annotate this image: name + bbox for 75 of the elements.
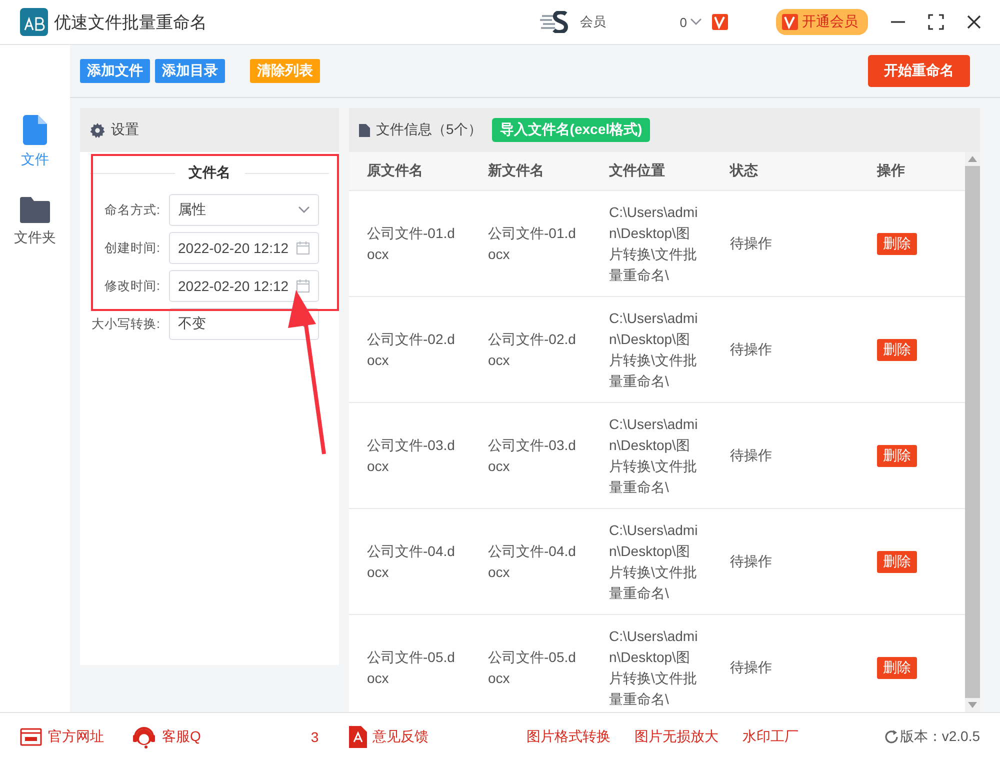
toolbar-button[interactable]: 添加文件 [80, 59, 150, 83]
footer-link[interactable]: 图片无损放大 [634, 728, 719, 746]
sidebar-item[interactable]: 文件 [21, 115, 49, 169]
window-title: 优速文件批量重命名 [54, 12, 207, 34]
panel-title: 设置 [111, 121, 139, 139]
vip-badge-icon [782, 14, 798, 30]
table-cell-text: 待操作 [729, 340, 773, 359]
field-label: 修改时间: [104, 278, 160, 294]
column-header: 新文件名 [487, 162, 545, 180]
footer-link[interactable]: 水印工厂 [742, 728, 799, 746]
field-label: 大小写转换: [90, 316, 160, 332]
text-fragment: 3 [310, 728, 319, 744]
brand-logo-icon [540, 11, 570, 33]
footer-link[interactable]: 客服Q [132, 724, 201, 748]
delete-button[interactable]: 删除 [877, 550, 917, 572]
close-icon[interactable] [966, 14, 982, 30]
table-cell-text: 待操作 [729, 446, 773, 465]
table-cell-text: 公司文件-01.docx [367, 224, 456, 264]
column-header: 文件位置 [608, 162, 666, 180]
maximize-icon[interactable] [928, 14, 944, 30]
table-cell-text: 公司文件-02.docx [488, 330, 577, 370]
footer-link[interactable]: 图片格式转换 [526, 728, 611, 746]
vip-badge-icon [712, 14, 728, 30]
table-cell-text: 公司文件-01.docx [488, 224, 577, 264]
headset-icon [132, 724, 156, 748]
column-header: 状态 [728, 162, 759, 180]
table-cell-text: 公司文件-04.docx [367, 542, 456, 582]
table-cell-text: C:\Users\admin\Desktop\图片转换\文件批量重命名\ [609, 520, 699, 602]
table-cell-text: C:\Users\admin\Desktop\图片转换\文件批量重命名\ [609, 626, 699, 708]
refresh-icon[interactable] [884, 728, 900, 744]
calendar-icon [296, 279, 310, 293]
table-cell-text: 公司文件-02.docx [367, 330, 456, 370]
footer-link[interactable]: 意见反馈 [348, 726, 429, 748]
document-icon [23, 115, 47, 145]
select-field[interactable]: 属性 [169, 194, 319, 226]
sidebar-item[interactable]: 文件夹 [14, 197, 56, 247]
delete-button[interactable]: 删除 [877, 232, 917, 254]
table-cell-text: 公司文件-03.docx [488, 436, 577, 476]
table-cell-text: 公司文件-05.docx [488, 648, 577, 688]
calendar-icon [296, 241, 310, 255]
footer-link[interactable]: 官方网址 [20, 728, 104, 746]
field-label: 创建时间: [104, 240, 160, 256]
table-cell-text: C:\Users\admin\Desktop\图片转换\文件批量重命名\ [609, 308, 699, 390]
table-cell-text: 公司文件-05.docx [367, 648, 456, 688]
table-cell-text: C:\Users\admin\Desktop\图片转换\文件批量重命名\ [609, 202, 699, 284]
delete-button[interactable]: 删除 [877, 444, 917, 466]
table-cell-text: 待操作 [729, 658, 773, 677]
date-field[interactable]: 2022-02-20 12:12 [169, 270, 319, 302]
table-cell-text: 待操作 [729, 552, 773, 571]
pdf-icon [348, 726, 367, 748]
table-cell-text: C:\Users\admin\Desktop\图片转换\文件批量重命名\ [609, 414, 699, 496]
app-logo-icon [20, 8, 48, 36]
delete-button[interactable]: 删除 [877, 338, 917, 360]
web-icon [20, 728, 42, 746]
toolbar-button[interactable]: 添加目录 [155, 59, 225, 83]
table-cell-text: 公司文件-03.docx [367, 436, 456, 476]
settings-icon [90, 122, 105, 138]
chevron-down-icon [298, 206, 310, 214]
table-cell-text: 待操作 [729, 234, 773, 253]
column-header: 操作 [876, 162, 906, 180]
count-dropdown[interactable]: 0 [680, 14, 702, 30]
document-icon [359, 124, 370, 136]
field-label: 命名方式: [104, 202, 160, 218]
panel-title: 文件信息（5个） [376, 121, 482, 139]
column-header: 原文件名 [366, 162, 424, 180]
delete-button[interactable]: 删除 [877, 656, 917, 678]
start-rename-button[interactable]: 开始重命名 [868, 55, 970, 87]
chevron-down-icon [690, 18, 702, 26]
vip-button[interactable]: 开通会员 [776, 9, 868, 35]
version-label: 版本：v2.0.5 [900, 728, 980, 746]
date-field[interactable]: 2022-02-20 12:12 [169, 232, 319, 264]
member-label: 会员 [580, 13, 607, 31]
folder-icon [20, 197, 50, 223]
section-title: 文件名 [188, 164, 230, 182]
table-cell-text: 公司文件-04.docx [488, 542, 577, 582]
